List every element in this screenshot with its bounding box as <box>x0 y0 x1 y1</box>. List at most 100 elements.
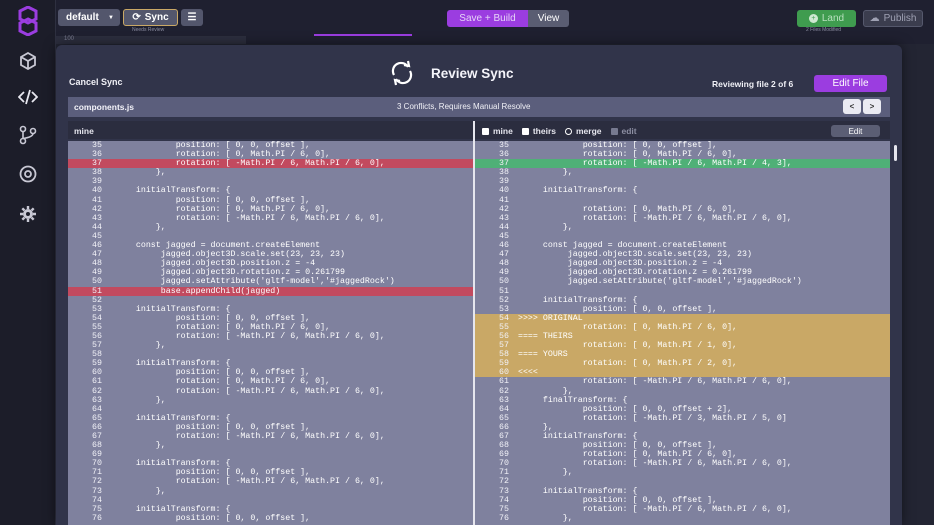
line-text: rotation: [ 0, Math.PI / 6, 0], <box>106 150 331 160</box>
view-label: View <box>537 13 560 24</box>
logo-icon <box>18 6 38 36</box>
code-line: 37 rotation: [ -Math.PI / 6, Math.PI / 4… <box>475 159 890 169</box>
edit-merge-button[interactable]: Edit <box>831 125 880 137</box>
line-text: initialTransform: { <box>106 186 231 196</box>
merge-code-pane[interactable]: 35 position: [ 0, 0, offset ], 36 rotatio… <box>475 141 890 525</box>
line-number: 48 <box>499 259 509 269</box>
line-text: rotation: [ -Math.PI / 6, Math.PI / 6, 0… <box>106 331 385 341</box>
line-number: 63 <box>92 395 102 405</box>
mine-code-pane[interactable]: 35 position: [ 0, 0, offset ], 36 rotatio… <box>68 141 473 525</box>
line-number: 44 <box>499 222 509 232</box>
menu-button[interactable]: ☰ <box>181 9 203 26</box>
code-line: 38 }, <box>475 168 890 177</box>
code-line: 52 <box>68 296 473 305</box>
code-line: 62 }, <box>475 387 890 396</box>
save-build-button[interactable]: Save + Build <box>447 10 528 27</box>
target-icon[interactable] <box>18 164 38 184</box>
cube-icon[interactable] <box>18 51 38 71</box>
cancel-sync-button[interactable]: Cancel Sync <box>69 77 123 87</box>
line-text: rotation: [ 0, Math.PI / 6, 0], <box>106 322 331 332</box>
code-line: 63 finalTransform: { <box>475 396 890 405</box>
line-text: ==== THEIRS <box>513 331 573 341</box>
line-text: position: [ 0, 0, offset ], <box>106 513 311 523</box>
line-number: 73 <box>92 486 102 496</box>
line-number: 66 <box>92 422 102 432</box>
line-text: rotation: [ -Math.PI / 6, Math.PI / 6, 0… <box>106 159 385 169</box>
line-number: 40 <box>499 186 509 196</box>
code-line: 46 const jagged = document.createElement <box>475 241 890 250</box>
line-number: 59 <box>92 359 102 369</box>
land-button[interactable]: + Land <box>797 10 856 27</box>
option-mine[interactable]: mine <box>482 126 513 136</box>
line-text: position: [ 0, 0, offset ], <box>513 304 718 314</box>
code-line: 54 >>>> ORIGINAL <box>475 313 890 323</box>
line-text: rotation: [ 0, Math.PI / 6, 0], <box>513 204 738 214</box>
code-line: 59 initialTransform: { <box>68 359 473 368</box>
line-number: 58 <box>499 350 509 360</box>
code-line: 67 initialTransform: { <box>475 432 890 441</box>
next-file-button[interactable]: > <box>863 99 881 114</box>
line-text: initialTransform: { <box>513 432 638 441</box>
line-text: position: [ 0, 0, offset ], <box>513 141 718 150</box>
option-edit[interactable]: edit <box>610 126 637 136</box>
line-number: 36 <box>499 150 509 160</box>
line-number: 75 <box>499 504 509 514</box>
code-line: 64 <box>68 405 473 414</box>
line-number: 49 <box>499 268 509 278</box>
line-text: rotation: [ 0, Math.PI / 6, 0], <box>513 322 738 332</box>
view-button[interactable]: View <box>528 10 569 27</box>
line-number: 67 <box>92 432 102 441</box>
gear-icon[interactable] <box>18 204 38 224</box>
line-number: 76 <box>92 513 102 523</box>
line-text: rotation: [ 0, Math.PI / 6, 0], <box>513 150 738 160</box>
branch-select[interactable]: default ▼ <box>58 9 120 26</box>
code-line: 37 rotation: [ -Math.PI / 6, Math.PI / 6… <box>68 159 473 169</box>
code-line: 35 position: [ 0, 0, offset ], <box>68 141 473 150</box>
publish-button[interactable]: ☁ Publish <box>863 10 923 27</box>
branch-icon[interactable] <box>18 125 38 145</box>
line-number: 68 <box>92 441 102 451</box>
code-line: 45 <box>475 232 890 241</box>
line-text: position: [ 0, 0, offset ], <box>106 195 311 205</box>
line-text: position: [ 0, 0, offset ], <box>106 422 311 432</box>
code-line: 53 position: [ 0, 0, offset ], <box>475 305 890 314</box>
line-text: }, <box>513 468 573 478</box>
conflict-summary: 3 Conflicts, Requires Manual Resolve <box>397 102 531 111</box>
line-text: <<<< <box>513 368 538 378</box>
line-number: 73 <box>499 486 509 496</box>
code-line: 67 rotation: [ -Math.PI / 6, Math.PI / 6… <box>68 432 473 441</box>
line-number: 62 <box>499 386 509 396</box>
line-number: 66 <box>499 422 509 432</box>
code-line: 51 <box>475 287 890 296</box>
line-number: 70 <box>92 459 102 469</box>
scrollbar-thumb[interactable] <box>894 145 897 161</box>
edit-file-button[interactable]: Edit File <box>814 75 887 92</box>
line-text: position: [ 0, 0, offset ], <box>106 313 311 323</box>
line-text: initialTransform: { <box>106 304 231 314</box>
checkbox-icon <box>482 127 489 135</box>
line-text: }, <box>106 395 166 405</box>
line-text: base.appendChild(jagged) <box>106 286 281 296</box>
code-line: 72 <box>475 477 890 486</box>
code-line: 57 rotation: [ 0, Math.PI / 1, 0], <box>475 341 890 351</box>
code-line: 68 position: [ 0, 0, offset ], <box>475 441 890 450</box>
line-text: initialTransform: { <box>106 359 231 369</box>
line-number: 52 <box>92 295 102 305</box>
code-icon[interactable] <box>18 87 38 107</box>
code-line: 46 const jagged = document.createElement <box>68 241 473 250</box>
code-line: 55 rotation: [ 0, Math.PI / 6, 0], <box>475 322 890 332</box>
code-line: 40 initialTransform: { <box>475 186 890 195</box>
option-theirs[interactable]: theirs <box>521 126 556 136</box>
line-text: }, <box>106 341 166 351</box>
code-line: 74 position: [ 0, 0, offset ], <box>475 496 890 505</box>
line-number: 47 <box>499 250 509 260</box>
line-text: position: [ 0, 0, offset ], <box>106 368 311 378</box>
code-line: 40 initialTransform: { <box>68 186 473 195</box>
code-line: 43 rotation: [ -Math.PI / 6, Math.PI / 6… <box>475 214 890 223</box>
option-merge[interactable]: merge <box>565 126 602 136</box>
code-line: 63 }, <box>68 396 473 405</box>
code-line: 65 initialTransform: { <box>68 414 473 423</box>
previous-file-button[interactable]: < <box>843 99 861 114</box>
sync-button[interactable]: ⟳ Sync <box>123 9 178 26</box>
line-text: initialTransform: { <box>106 504 231 514</box>
